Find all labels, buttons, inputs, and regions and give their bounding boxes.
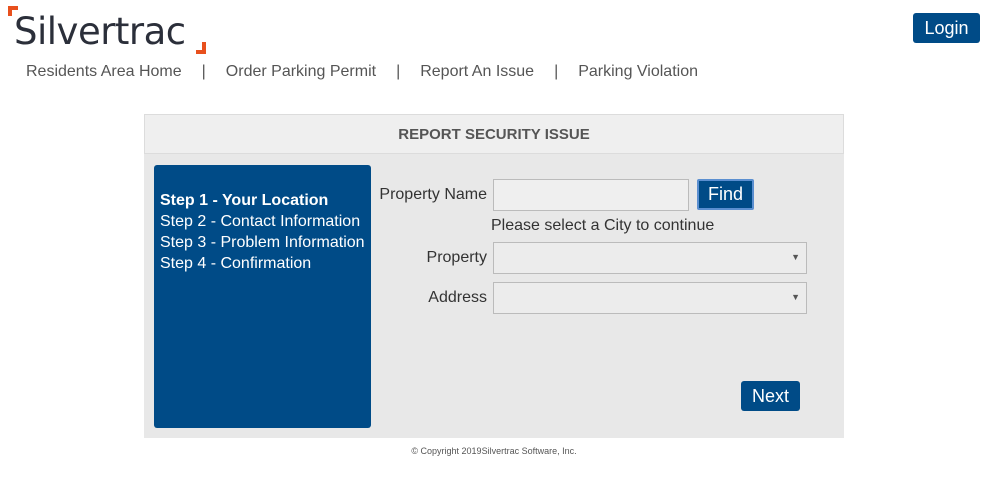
nav-link-parking-violation[interactable]: Parking Violation xyxy=(578,63,698,81)
step-2: Step 2 - Contact Information xyxy=(160,213,361,230)
step-4: Step 4 - Confirmation xyxy=(160,255,312,272)
nav-link-order-parking-permit[interactable]: Order Parking Permit xyxy=(226,63,376,81)
address-label: Address xyxy=(428,289,487,306)
nav-separator: | xyxy=(554,63,559,80)
logo-text: Silvertrac xyxy=(14,10,186,53)
chevron-down-icon: ▼ xyxy=(791,292,800,302)
property-label: Property xyxy=(426,249,487,266)
logo-corner-bottom-right xyxy=(196,42,206,54)
nav-separator: | xyxy=(396,63,401,80)
step-1: Step 1 - Your Location xyxy=(160,192,329,209)
property-select[interactable]: ▼ xyxy=(493,242,807,274)
nav-link-report-an-issue[interactable]: Report An Issue xyxy=(420,63,534,81)
main-nav: Residents Area Home | Order Parking Perm… xyxy=(26,62,698,82)
step-3: Step 3 - Problem Information xyxy=(160,234,365,251)
copyright-footer: © Copyright 2019Silvertrac Software, Inc… xyxy=(411,446,577,456)
next-button[interactable]: Next xyxy=(741,381,800,411)
login-button[interactable]: Login xyxy=(913,13,980,43)
report-issue-panel: REPORT SECURITY ISSUE Step 1 - Your Loca… xyxy=(144,114,844,438)
property-name-input[interactable] xyxy=(493,179,689,211)
property-name-label: Property Name xyxy=(379,186,487,203)
steps-sidebar: Step 1 - Your Location Step 2 - Contact … xyxy=(154,165,371,428)
select-city-hint: Please select a City to continue xyxy=(491,217,715,234)
nav-link-residents-area-home[interactable]: Residents Area Home xyxy=(26,63,182,81)
panel-title: REPORT SECURITY ISSUE xyxy=(144,114,844,154)
nav-separator: | xyxy=(201,63,206,80)
silvertrac-logo[interactable]: Silvertrac xyxy=(8,6,208,58)
address-select[interactable]: ▼ xyxy=(493,282,807,314)
find-button[interactable]: Find xyxy=(697,179,754,210)
chevron-down-icon: ▼ xyxy=(791,252,800,262)
